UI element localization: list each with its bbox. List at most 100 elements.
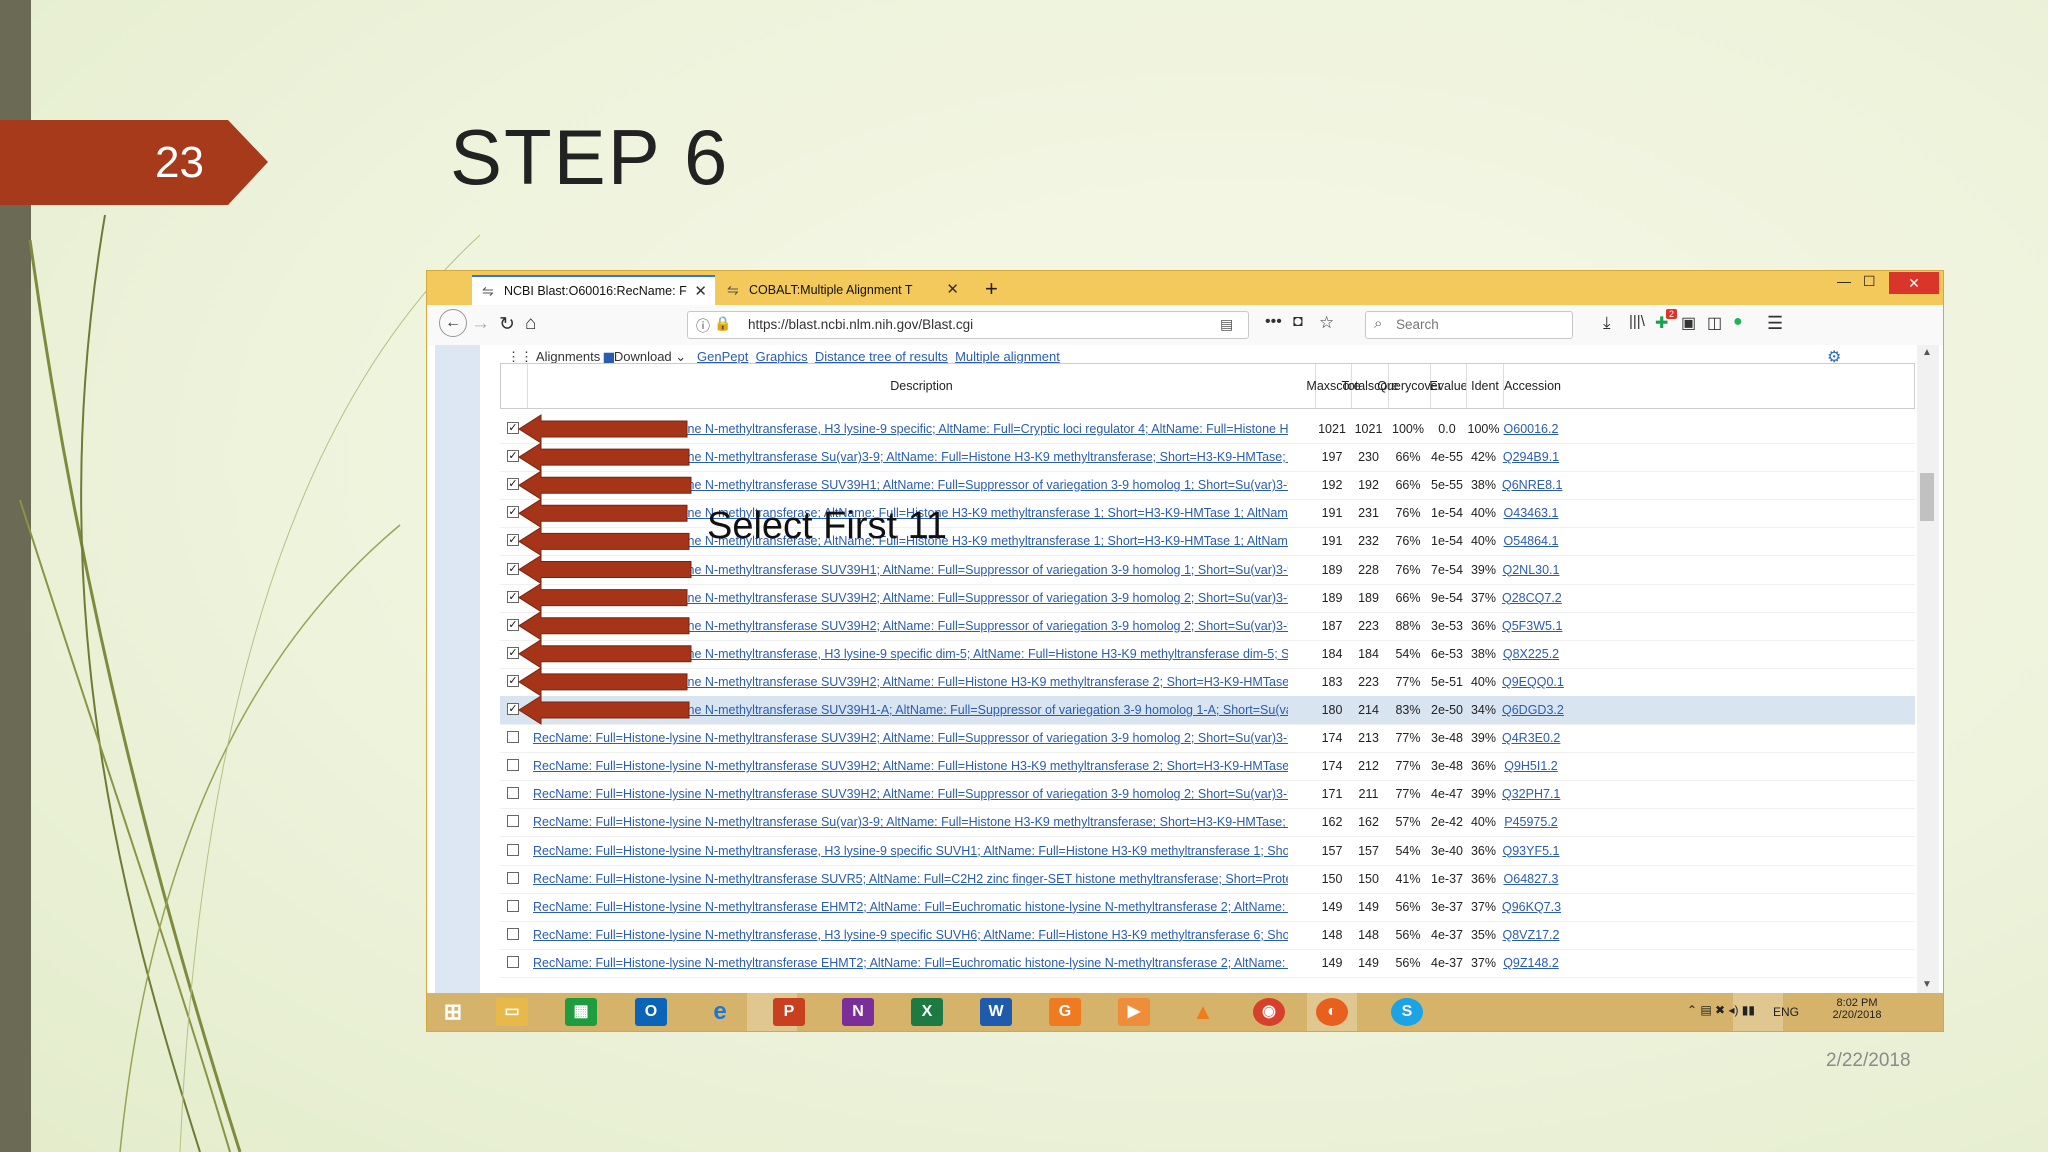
close-tab-icon[interactable]: ✕ (694, 282, 707, 300)
description-link[interactable]: RecName: Full=Histone-lysine N-methyltra… (533, 703, 1288, 717)
row-checkbox[interactable] (507, 787, 519, 800)
store-icon[interactable]: ▦ (565, 998, 597, 1026)
scrollbar[interactable]: ▲ ▼ (1917, 345, 1939, 995)
scroll-up-icon[interactable]: ▲ (1922, 347, 1932, 358)
accession-link[interactable]: Q9H5I1.2 (1502, 759, 1560, 773)
vlc-icon[interactable]: ▲ (1187, 998, 1219, 1026)
row-checkbox[interactable]: ✓ (507, 450, 519, 463)
description-link[interactable]: RecName: Full=Histone-lysine N-methyltra… (533, 844, 1288, 858)
maximize-icon[interactable]: ☐ (1863, 273, 1876, 290)
accession-link[interactable]: Q5F3W5.1 (1502, 619, 1562, 633)
description-link[interactable]: RecName: Full=Histone-lysine N-methyltra… (533, 619, 1288, 633)
row-checkbox[interactable]: ✓ (507, 674, 519, 687)
row-checkbox[interactable]: ✓ (507, 590, 519, 603)
minimize-icon[interactable]: — (1837, 273, 1851, 289)
accession-link[interactable]: P45975.2 (1502, 815, 1560, 829)
row-checkbox[interactable]: ✓ (507, 646, 519, 659)
multiple-alignment-link[interactable]: Multiple alignment (955, 349, 1060, 364)
home-icon[interactable]: ⌂ (525, 313, 536, 335)
language-indicator[interactable]: ENG (1773, 1005, 1799, 1019)
description-link[interactable]: RecName: Full=Histone-lysine N-methyltra… (533, 815, 1288, 829)
media-player-icon[interactable]: ▶ (1118, 998, 1150, 1026)
description-link[interactable]: RecName: Full=Histone-lysine N-methyltra… (533, 563, 1288, 577)
row-checkbox[interactable]: ✓ (507, 422, 519, 434)
description-link[interactable]: RecName: Full=Histone-lysine N-methyltra… (533, 591, 1288, 605)
accession-link[interactable]: O43463.1 (1502, 506, 1560, 520)
onenote-icon[interactable]: N (842, 998, 874, 1026)
accession-link[interactable]: Q9EQQ0.1 (1502, 675, 1564, 689)
firefox-icon[interactable]: ◐ (1316, 998, 1348, 1026)
row-checkbox[interactable] (507, 871, 519, 884)
row-checkbox[interactable]: ✓ (507, 506, 519, 519)
url-bar[interactable]: ⓘ 🔒 https://blast.ncbi.nlm.nih.gov/Blast… (687, 311, 1249, 339)
row-checkbox[interactable] (507, 899, 519, 912)
genpept-link[interactable]: GenPept (697, 349, 748, 364)
row-checkbox[interactable] (507, 759, 519, 772)
accession-link[interactable]: Q294B9.1 (1502, 450, 1560, 464)
reader-view-icon[interactable]: ▤ (1220, 316, 1233, 333)
description-link[interactable]: RecName: Full=Histone-lysine N-methyltra… (533, 422, 1288, 436)
search-input[interactable]: ⌕ Search (1365, 311, 1573, 339)
pocket-icon[interactable]: ◘ (1293, 313, 1303, 331)
window-close-icon[interactable]: ✕ (1889, 272, 1939, 294)
row-checkbox[interactable] (507, 731, 519, 744)
accession-link[interactable]: O60016.2 (1502, 422, 1560, 436)
tab-cobalt[interactable]: ⇋ COBALT:Multiple Alignment T ✕ (717, 275, 967, 305)
description-link[interactable]: RecName: Full=Histone-lysine N-methyltra… (533, 478, 1288, 492)
header-ident[interactable]: Ident (1466, 364, 1503, 408)
new-tab-icon[interactable]: + (985, 276, 998, 302)
tray-icons[interactable]: ⌃ ▤ ✖ ◂) ▮▮ (1687, 1003, 1755, 1017)
accession-link[interactable]: Q32PH7.1 (1502, 787, 1560, 801)
download-link[interactable]: Download (614, 349, 672, 364)
library-icon[interactable]: |||\ (1629, 313, 1645, 330)
row-checkbox[interactable] (507, 843, 519, 856)
info-icon[interactable]: ⓘ (696, 316, 710, 336)
internet-explorer-icon[interactable]: e (704, 998, 736, 1026)
forward-icon[interactable]: → (471, 313, 490, 335)
tab-ncbi-blast[interactable]: ⇋ NCBI Blast:O60016:RecName: F ✕ (472, 275, 715, 305)
accession-link[interactable]: Q6NRE8.1 (1502, 478, 1562, 492)
grammarly-icon[interactable]: ● (1733, 313, 1743, 331)
accession-link[interactable]: O54864.1 (1502, 534, 1560, 548)
accession-link[interactable]: Q96KQ7.3 (1502, 900, 1561, 914)
chevron-down-icon[interactable]: ⌄ (675, 349, 686, 364)
bookmark-star-icon[interactable]: ☆ (1319, 313, 1334, 333)
accession-link[interactable]: Q8X225.2 (1502, 647, 1560, 661)
accession-link[interactable]: Q8VZ17.2 (1502, 928, 1560, 942)
row-checkbox[interactable]: ✓ (507, 703, 519, 715)
accession-link[interactable]: Q4R3E0.2 (1502, 731, 1560, 745)
row-checkbox[interactable]: ✓ (507, 562, 519, 575)
excel-icon[interactable]: X (911, 998, 943, 1026)
row-checkbox[interactable]: ✓ (507, 478, 519, 491)
header-accession[interactable]: Accession (1503, 364, 1561, 408)
accession-link[interactable]: Q28CQ7.2 (1502, 591, 1562, 605)
description-link[interactable]: RecName: Full=Histone-lysine N-methyltra… (533, 759, 1288, 773)
sidebar-icon[interactable]: ◫ (1707, 313, 1722, 333)
alignments-link[interactable]: Alignments (536, 349, 600, 364)
windows-start-icon[interactable]: ⊞ (437, 998, 469, 1026)
description-link[interactable]: RecName: Full=Histone-lysine N-methyltra… (533, 956, 1288, 970)
description-link[interactable]: RecName: Full=Histone-lysine N-methyltra… (533, 928, 1288, 942)
graphics-link[interactable]: Graphics (756, 349, 808, 364)
row-checkbox[interactable]: ✓ (507, 534, 519, 547)
accession-link[interactable]: Q6DGD3.2 (1502, 703, 1564, 717)
more-actions-icon[interactable]: ••• (1265, 313, 1282, 331)
file-explorer-icon[interactable]: ▭ (496, 998, 528, 1026)
row-checkbox[interactable]: ✓ (507, 618, 519, 631)
chrome-icon[interactable]: ◉ (1253, 998, 1285, 1026)
outlook-icon[interactable]: O (635, 998, 667, 1026)
header-query-cover[interactable]: Query cover (1377, 364, 1442, 408)
description-link[interactable]: RecName: Full=Histone-lysine N-methyltra… (533, 450, 1288, 464)
distance-tree-link[interactable]: Distance tree of results (815, 349, 948, 364)
header-e-value[interactable]: Evalue (1429, 364, 1468, 408)
scroll-down-icon[interactable]: ▼ (1922, 979, 1932, 990)
description-link[interactable]: RecName: Full=Histone-lysine N-methyltra… (533, 872, 1288, 886)
description-link[interactable]: RecName: Full=Histone-lysine N-methyltra… (533, 647, 1288, 661)
download-icon[interactable]: ⤓ (1603, 313, 1611, 333)
word-icon[interactable]: W (980, 998, 1012, 1026)
description-link[interactable]: RecName: Full=Histone-lysine N-methyltra… (533, 731, 1288, 745)
row-checkbox[interactable] (507, 815, 519, 828)
description-link[interactable]: RecName: Full=Histone-lysine N-methyltra… (533, 900, 1288, 914)
accession-link[interactable]: Q2NL30.1 (1502, 563, 1560, 577)
description-link[interactable]: RecName: Full=Histone-lysine N-methyltra… (533, 787, 1288, 801)
